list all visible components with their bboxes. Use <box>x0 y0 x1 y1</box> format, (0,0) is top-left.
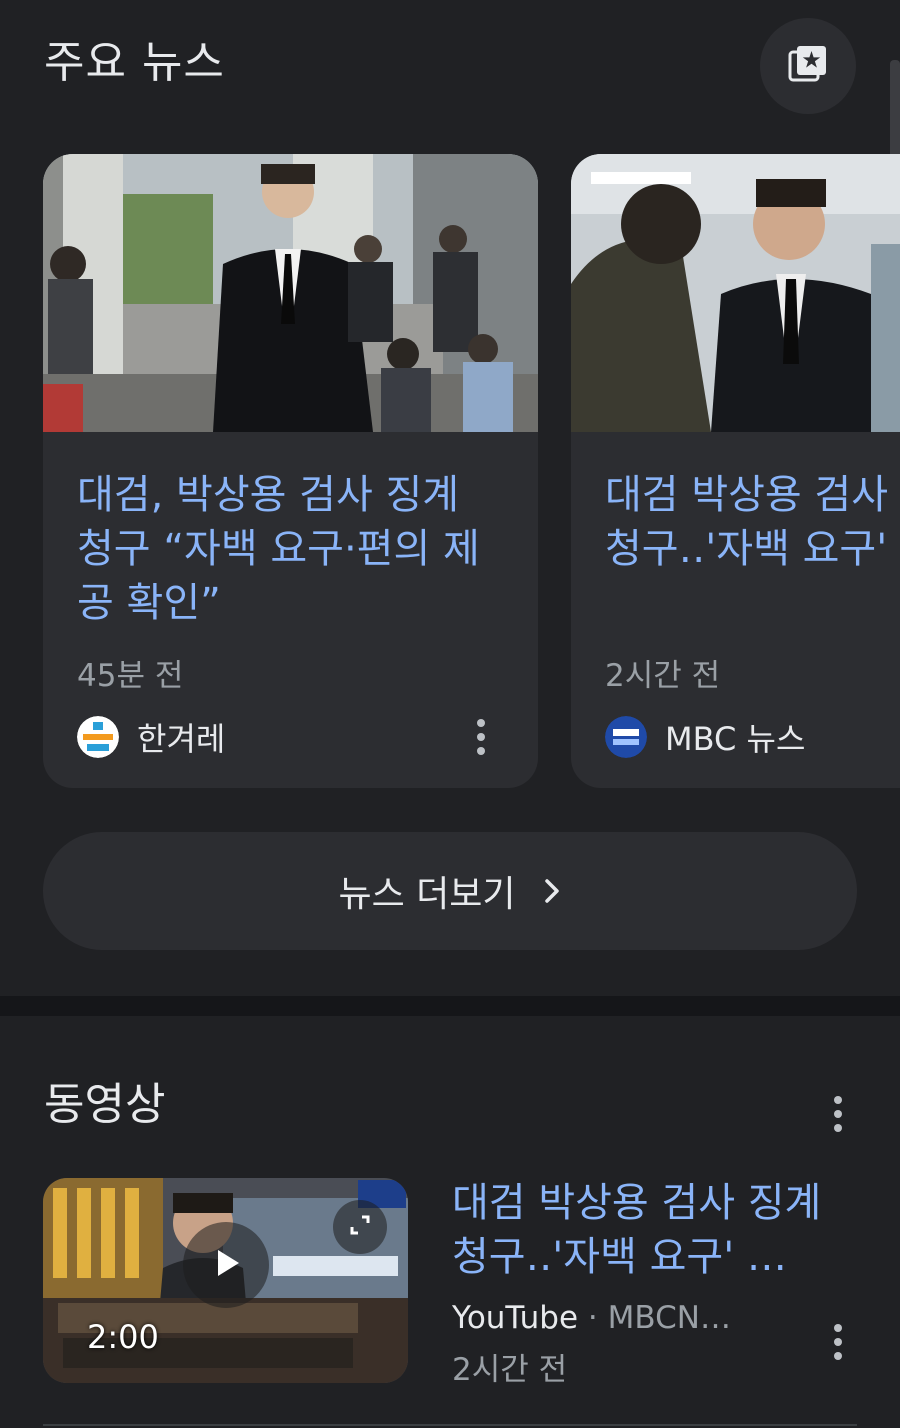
video-time: 2시간 전 <box>452 1352 568 1388</box>
more-vert-icon <box>834 1096 842 1104</box>
video-duration: 2:00 <box>87 1318 159 1356</box>
news-source: 한겨레 <box>77 716 225 758</box>
top-news-section: 주요 뉴스 대검, 박상용 검사 징계 청구 “자백 요구·편의 제공 확인” … <box>0 0 900 996</box>
videos-more-options-button[interactable] <box>826 1094 850 1134</box>
star-collection-icon <box>786 42 830 90</box>
meta-separator: · <box>587 1300 608 1336</box>
video-meta: YouTube · MBCN… <box>452 1300 731 1336</box>
news-headline-link[interactable]: 대검, 박상용 검사 징계 청구 “자백 요구·편의 제공 확인” <box>77 468 507 630</box>
more-vert-icon <box>477 719 485 727</box>
more-news-button[interactable]: 뉴스 더보기 <box>43 832 857 950</box>
expand-button[interactable] <box>333 1200 387 1254</box>
section-title-videos: 동영상 <box>44 1079 166 1130</box>
video-platform: YouTube <box>452 1300 579 1336</box>
more-vert-icon <box>834 1324 842 1332</box>
news-photo <box>571 154 900 432</box>
section-divider <box>0 996 900 1016</box>
source-name: MBC 뉴스 <box>665 720 806 758</box>
play-button[interactable] <box>183 1222 269 1308</box>
play-icon <box>208 1245 244 1285</box>
source-name: 한겨레 <box>137 720 226 758</box>
news-card[interactable]: 대검 박상용 검사 징계 청구‥'자백 요구' 부당 2시간 전 MBC 뉴스 <box>571 154 900 788</box>
expand-icon <box>347 1212 373 1242</box>
news-headline-link[interactable]: 대검 박상용 검사 징계 청구‥'자백 요구' 부당 <box>605 468 900 576</box>
more-news-label: 뉴스 더보기 <box>338 874 516 915</box>
videos-section: 동영상 2:00 대검 박상용 검사 징계 청구‥'자백 요구' … YouTu… <box>0 1016 900 1428</box>
section-title-top-news: 주요 뉴스 <box>44 37 225 88</box>
news-photo <box>43 154 538 432</box>
news-time: 2시간 전 <box>605 658 721 694</box>
headline-line: 대검 박상용 검사 징계 <box>605 472 900 518</box>
mbc-logo-icon <box>605 716 647 758</box>
news-time: 45분 전 <box>77 658 184 694</box>
video-more-options-button[interactable] <box>826 1322 850 1362</box>
video-thumbnail[interactable]: 2:00 <box>43 1178 408 1383</box>
bottom-divider <box>43 1424 857 1426</box>
hankyoreh-logo-icon <box>77 716 119 758</box>
news-card[interactable]: 대검, 박상용 검사 징계 청구 “자백 요구·편의 제공 확인” 45분 전 … <box>43 154 538 788</box>
save-collection-button[interactable] <box>760 18 856 114</box>
more-options-button[interactable] <box>469 712 493 762</box>
video-headline-link[interactable]: 대검 박상용 검사 징계 청구‥'자백 요구' … <box>452 1176 862 1284</box>
chevron-right-icon <box>542 876 562 906</box>
news-source: MBC 뉴스 <box>605 716 805 758</box>
headline-line: 청구‥'자백 요구' 부당 <box>605 526 900 572</box>
video-channel: MBCN… <box>607 1300 731 1336</box>
